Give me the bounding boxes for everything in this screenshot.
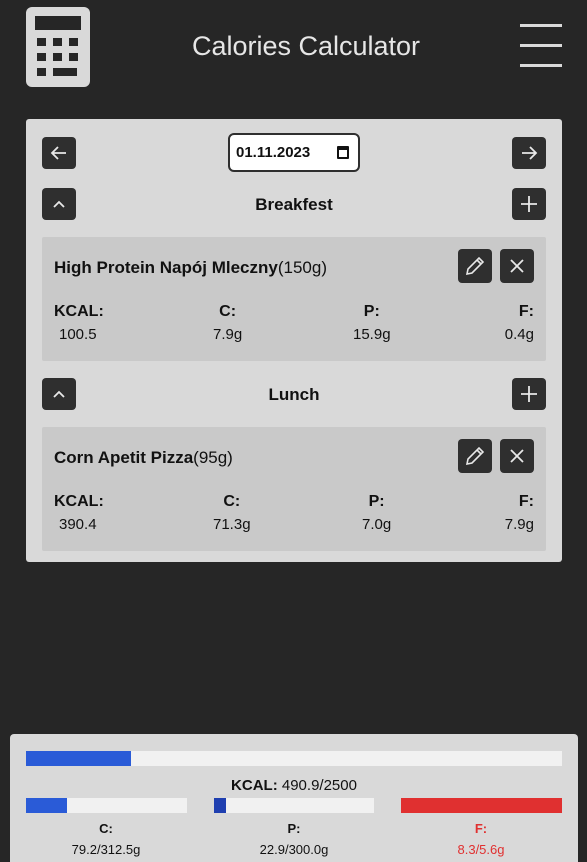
date-value: 01.11.2023 [236,144,311,161]
fat-summary-value: 8.3/5.6g [457,842,505,857]
protein-label: P: [363,303,380,320]
food-entry-name: Corn Apetit Pizza(95g) [54,448,233,467]
carbs-summary-value: 79.2/312.5g [71,842,141,857]
date-input[interactable]: 01.11.2023 [228,133,360,172]
add-lunch-item-button[interactable] [512,378,546,410]
protein-progress-fill [214,798,227,813]
fat-column: F: 0.4g [505,303,534,343]
fat-summary-label: F: [474,821,488,836]
food-entry-name: High Protein Napój Mleczny(150g) [54,258,327,277]
fat-label: F: [518,493,534,510]
pencil-icon [465,256,485,276]
carbs-value: 71.3g [213,516,251,533]
carbs-summary: C: 79.2/312.5g [26,821,186,857]
plus-icon [521,386,537,402]
fat-column: F: 7.9g [505,493,534,533]
kcal-column: KCAL: 100.5 [54,303,104,343]
plus-icon [521,196,537,212]
carbs-progress-fill [26,798,67,813]
edit-entry-button[interactable] [458,249,492,283]
carbs-column: C: 7.9g [213,303,242,343]
food-entry: Corn Apetit Pizza(95g) KCAL: 390.4 C: 71… [42,427,546,551]
app-header: Calories Calculator [0,0,587,100]
meal-title: Breakfest [255,195,333,214]
app-title: Calories Calculator [191,31,421,61]
previous-day-button[interactable] [42,137,76,169]
calendar-icon[interactable] [337,146,349,159]
delete-entry-button[interactable] [500,439,534,473]
carbs-label: C: [219,303,237,320]
protein-value: 15.9g [353,326,391,343]
next-day-button[interactable] [512,137,546,169]
protein-summary-value: 22.9/300.0g [259,842,329,857]
kcal-value: 100.5 [59,326,97,343]
protein-label: P: [368,493,385,510]
fat-value: 7.9g [504,516,534,533]
food-entry: High Protein Napój Mleczny(150g) KCAL: 1… [42,237,546,361]
protein-summary-label: P: [287,821,301,836]
add-breakfast-item-button[interactable] [512,188,546,220]
pencil-icon [465,446,485,466]
day-card: 01.11.2023 Breakfest High Protein Napój … [26,119,562,562]
protein-column: P: 7.0g [362,493,391,533]
arrow-right-icon [522,146,538,160]
fat-summary: F: 8.3/5.6g [401,821,561,857]
daily-summary: KCAL: 490.9/2500 C: 79.2/312.5g P: 22.9/… [10,734,578,862]
carbs-progress-bar [26,798,187,813]
protein-column: P: 15.9g [353,303,391,343]
carbs-column: C: 71.3g [213,493,251,533]
kcal-value: 390.4 [59,516,97,533]
protein-value: 7.0g [362,516,392,533]
fat-label: F: [518,303,534,320]
kcal-progress-bar [26,751,562,766]
meal-title: Lunch [268,385,320,404]
protein-summary: P: 22.9/300.0g [214,821,374,857]
carbs-label: C: [223,493,241,510]
kcal-progress-fill [26,751,132,766]
carbs-value: 7.9g [213,326,243,343]
protein-progress-bar [214,798,374,813]
close-icon [510,259,524,273]
kcal-summary: KCAL: 490.9/2500 [231,777,357,794]
fat-progress-bar [401,798,562,813]
arrow-left-icon [50,146,66,160]
kcal-label: KCAL: [54,493,104,510]
delete-entry-button[interactable] [500,249,534,283]
fat-value: 0.4g [504,326,534,343]
kcal-column: KCAL: 390.4 [54,493,104,533]
edit-entry-button[interactable] [458,439,492,473]
hamburger-menu-icon[interactable] [520,24,562,68]
fat-progress-fill [401,798,562,813]
close-icon [510,449,524,463]
kcal-label: KCAL: [54,303,104,320]
carbs-summary-label: C: [99,821,113,836]
